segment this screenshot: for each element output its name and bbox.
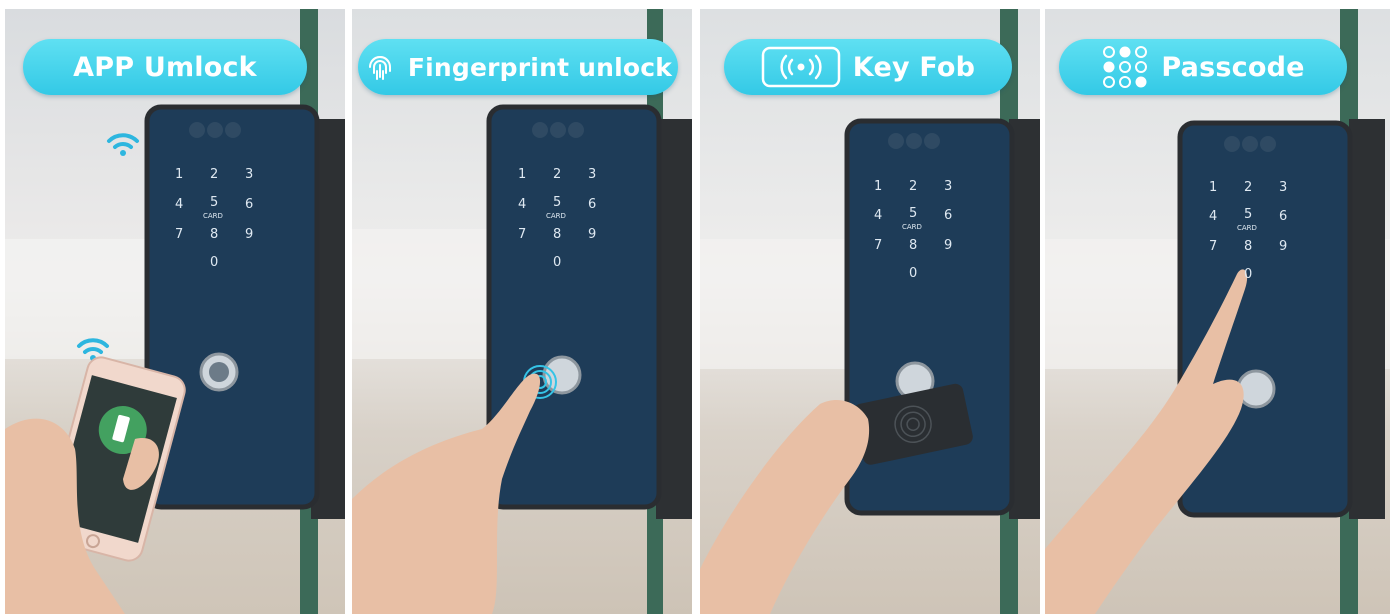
key-5: 5 bbox=[909, 206, 918, 221]
app-unlock-scene bbox=[5, 9, 345, 614]
key-7: 7 bbox=[874, 238, 883, 253]
key-2: 2 bbox=[553, 167, 562, 182]
key-8: 8 bbox=[1244, 239, 1253, 254]
pill-app-unlock: APP Umlock bbox=[23, 39, 307, 95]
passcode-scene bbox=[1045, 9, 1390, 614]
pill-label: APP Umlock bbox=[73, 51, 257, 83]
key-4: 4 bbox=[1209, 209, 1218, 224]
panel-passcode: 1 2 3 4 5 6 7 8 9 0 CARD Passcode bbox=[1045, 9, 1390, 614]
key-9: 9 bbox=[944, 238, 953, 253]
key-6: 6 bbox=[1279, 209, 1288, 224]
key-3: 3 bbox=[944, 179, 953, 194]
keypad-dots-icon bbox=[1101, 44, 1149, 90]
card-label: CARD bbox=[203, 212, 223, 220]
key-8: 8 bbox=[210, 227, 219, 242]
key-1: 1 bbox=[874, 179, 883, 194]
key-5: 5 bbox=[1244, 207, 1253, 222]
fingerprint-sensor bbox=[1236, 369, 1276, 409]
panel-key-fob: 1 2 3 4 5 6 7 8 9 0 CARD Key Fob bbox=[700, 9, 1040, 614]
key-7: 7 bbox=[175, 227, 184, 242]
pill-label: Key Fob bbox=[852, 51, 976, 83]
panel-app-unlock: 1 2 3 4 5 6 7 8 9 0 CARD APP Umlock bbox=[5, 9, 345, 614]
lock-body bbox=[144, 104, 320, 510]
panel-fingerprint-unlock: 1 2 3 4 5 6 7 8 9 0 CARD Fingerprint unl… bbox=[352, 9, 692, 614]
key-3: 3 bbox=[588, 167, 597, 182]
key-0: 0 bbox=[210, 255, 219, 270]
key-1: 1 bbox=[175, 167, 184, 182]
key-7: 7 bbox=[1209, 239, 1218, 254]
pill-label: Fingerprint unlock bbox=[407, 52, 673, 82]
key-5: 5 bbox=[553, 195, 562, 210]
pill-passcode: Passcode bbox=[1059, 39, 1347, 95]
key-1: 1 bbox=[1209, 180, 1218, 195]
key-4: 4 bbox=[874, 208, 883, 223]
key-0: 0 bbox=[909, 266, 918, 281]
key-6: 6 bbox=[245, 197, 254, 212]
rfid-signal-icon bbox=[761, 46, 841, 88]
key-fob-scene bbox=[700, 9, 1040, 614]
lock-body bbox=[486, 104, 662, 510]
pill-fingerprint-unlock: Fingerprint unlock bbox=[358, 39, 678, 95]
key-8: 8 bbox=[553, 227, 562, 242]
key-7: 7 bbox=[518, 227, 527, 242]
key-8: 8 bbox=[909, 238, 918, 253]
key-2: 2 bbox=[909, 179, 918, 194]
key-9: 9 bbox=[588, 227, 597, 242]
pill-label: Passcode bbox=[1161, 51, 1305, 83]
key-5: 5 bbox=[210, 195, 219, 210]
card-label: CARD bbox=[1237, 224, 1257, 232]
card-label: CARD bbox=[902, 223, 922, 231]
key-6: 6 bbox=[944, 208, 953, 223]
key-2: 2 bbox=[1244, 180, 1253, 195]
key-3: 3 bbox=[1279, 180, 1288, 195]
key-3: 3 bbox=[245, 167, 254, 182]
key-4: 4 bbox=[175, 197, 184, 212]
key-0: 0 bbox=[1244, 267, 1253, 282]
fingerprint-icon bbox=[364, 51, 396, 83]
key-2: 2 bbox=[210, 167, 219, 182]
key-1: 1 bbox=[518, 167, 527, 182]
key-4: 4 bbox=[518, 197, 527, 212]
pill-key-fob: Key Fob bbox=[724, 39, 1012, 95]
key-6: 6 bbox=[588, 197, 597, 212]
key-9: 9 bbox=[1279, 239, 1288, 254]
fingerprint-scene bbox=[352, 9, 692, 614]
key-0: 0 bbox=[553, 255, 562, 270]
card-label: CARD bbox=[546, 212, 566, 220]
key-9: 9 bbox=[245, 227, 254, 242]
